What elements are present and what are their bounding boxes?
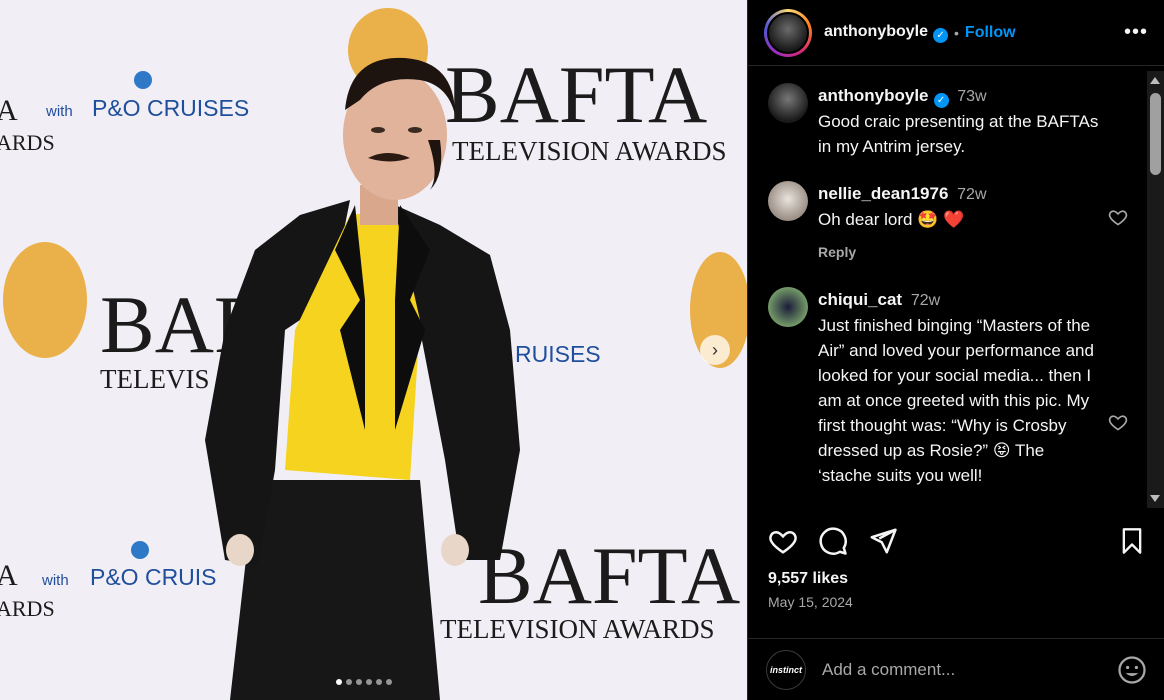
- backdrop-ruises-mid: RUISES: [515, 341, 601, 367]
- carousel-dot[interactable]: [366, 679, 372, 685]
- add-comment-input[interactable]: Add a comment...: [822, 660, 1117, 680]
- comment-text: Just finished binging “Masters of the Ai…: [818, 316, 1094, 485]
- backdrop-po-top: P&O CRUISES: [92, 95, 249, 121]
- comment-body: nellie_dean1976 72w Oh dear lord 🤩 ❤️ Re…: [818, 181, 1132, 265]
- emoji-smiley-icon[interactable]: [1117, 655, 1147, 685]
- comment-time[interactable]: 72w: [911, 292, 940, 309]
- comment-username[interactable]: chiqui_cat: [818, 290, 902, 309]
- like-comment-heart-icon[interactable]: [1108, 412, 1128, 432]
- comments-list[interactable]: anthonyboyle ✓ 73w Good craic presenting …: [748, 71, 1148, 508]
- backdrop-po-bottom: P&O CRUIS: [90, 564, 217, 590]
- backdrop-ards-bottom: ARDS: [0, 596, 55, 621]
- more-options-button[interactable]: •••: [1124, 21, 1148, 44]
- comment-text: Oh dear lord 🤩 ❤️: [818, 210, 965, 229]
- comment-item: chiqui_cat 72w Just finished binging “Ma…: [768, 287, 1132, 488]
- bafta-mask-logo-left: [3, 242, 87, 358]
- likes-count[interactable]: 9,557 likes: [768, 570, 848, 588]
- backdrop-with-top: with: [45, 103, 73, 120]
- carousel-dots: [336, 679, 392, 685]
- comment-username[interactable]: anthonyboyle: [818, 86, 929, 105]
- comment-avatar[interactable]: [768, 181, 808, 221]
- backdrop-with-bottom: with: [41, 572, 69, 589]
- backdrop-a-bottom: A: [0, 559, 18, 592]
- backdrop-a-top: A: [0, 94, 18, 127]
- comments-scrollbar[interactable]: [1147, 71, 1164, 508]
- backdrop-bafta-top: BAFTA: [445, 49, 707, 140]
- author-avatar-image: [767, 11, 809, 54]
- backdrop-bafta-bottom: BAFTA: [478, 530, 740, 621]
- author-username-text[interactable]: anthonyboyle: [824, 23, 928, 40]
- share-send-icon[interactable]: [868, 526, 898, 556]
- comment-avatar[interactable]: [768, 83, 808, 123]
- verified-badge-icon: ✓: [933, 27, 949, 43]
- post-photo[interactable]: BAFTA TELEVISION AWARDS A ARDS with P&O …: [0, 0, 747, 700]
- post-side-panel: anthonyboyle ✓ • Follow ••• anthonyboyle ✓…: [747, 0, 1164, 700]
- follow-button[interactable]: Follow: [965, 24, 1016, 42]
- carousel-dot[interactable]: [386, 679, 392, 685]
- carousel-next-button[interactable]: ›: [700, 335, 730, 365]
- carousel-dot[interactable]: [376, 679, 382, 685]
- reply-button[interactable]: Reply: [818, 240, 1102, 265]
- header-separator: •: [954, 24, 959, 41]
- post-actions: [768, 526, 1146, 558]
- save-bookmark-icon[interactable]: [1118, 526, 1146, 556]
- chevron-right-icon: ›: [712, 339, 718, 360]
- comment-item: nellie_dean1976 72w Oh dear lord 🤩 ❤️ Re…: [768, 181, 1132, 265]
- carousel-dot[interactable]: [336, 679, 342, 685]
- scrollbar-thumb[interactable]: [1150, 93, 1161, 175]
- po-sun-icon: [134, 71, 152, 89]
- current-user-avatar[interactable]: instinct: [766, 649, 806, 690]
- comment-body: anthonyboyle ✓ 73w Good craic presenting …: [818, 83, 1132, 159]
- caption-comment: anthonyboyle ✓ 73w Good craic presenting …: [768, 83, 1132, 159]
- author-avatar[interactable]: [764, 8, 812, 57]
- like-heart-icon[interactable]: [768, 526, 798, 556]
- scroll-down-arrow-icon[interactable]: [1150, 495, 1160, 502]
- post-date[interactable]: May 15, 2024: [768, 594, 853, 610]
- comment-time[interactable]: 72w: [957, 186, 986, 203]
- comment-body: chiqui_cat 72w Just finished binging “Ma…: [818, 287, 1132, 488]
- comment-avatar[interactable]: [768, 287, 808, 327]
- backdrop-televis-mid: TELEVIS: [100, 364, 209, 394]
- author-username[interactable]: anthonyboyle ✓: [824, 23, 949, 43]
- verified-badge-icon: ✓: [933, 93, 949, 108]
- po-sun-icon-bottom: [131, 541, 149, 559]
- add-comment-bar: instinct Add a comment...: [748, 638, 1164, 700]
- comment-time[interactable]: 73w: [957, 88, 986, 105]
- comment-bubble-icon[interactable]: [818, 526, 848, 556]
- backdrop-tvawards-bottom: TELEVISION AWARDS: [440, 614, 715, 644]
- photo-canvas: BAFTA TELEVISION AWARDS A ARDS with P&O …: [0, 0, 747, 700]
- backdrop-ards-top: ARDS: [0, 130, 55, 155]
- carousel-dot[interactable]: [346, 679, 352, 685]
- like-comment-heart-icon[interactable]: [1108, 207, 1128, 227]
- carousel-dot[interactable]: [356, 679, 362, 685]
- current-user-avatar-text: instinct: [769, 664, 802, 675]
- backdrop-tvawards-top: TELEVISION AWARDS: [452, 136, 727, 166]
- comment-text: Good craic presenting at the BAFTAs in m…: [818, 112, 1099, 156]
- scroll-up-arrow-icon[interactable]: [1150, 77, 1160, 84]
- post-header: anthonyboyle ✓ • Follow •••: [748, 0, 1164, 66]
- comment-username[interactable]: nellie_dean1976: [818, 184, 948, 203]
